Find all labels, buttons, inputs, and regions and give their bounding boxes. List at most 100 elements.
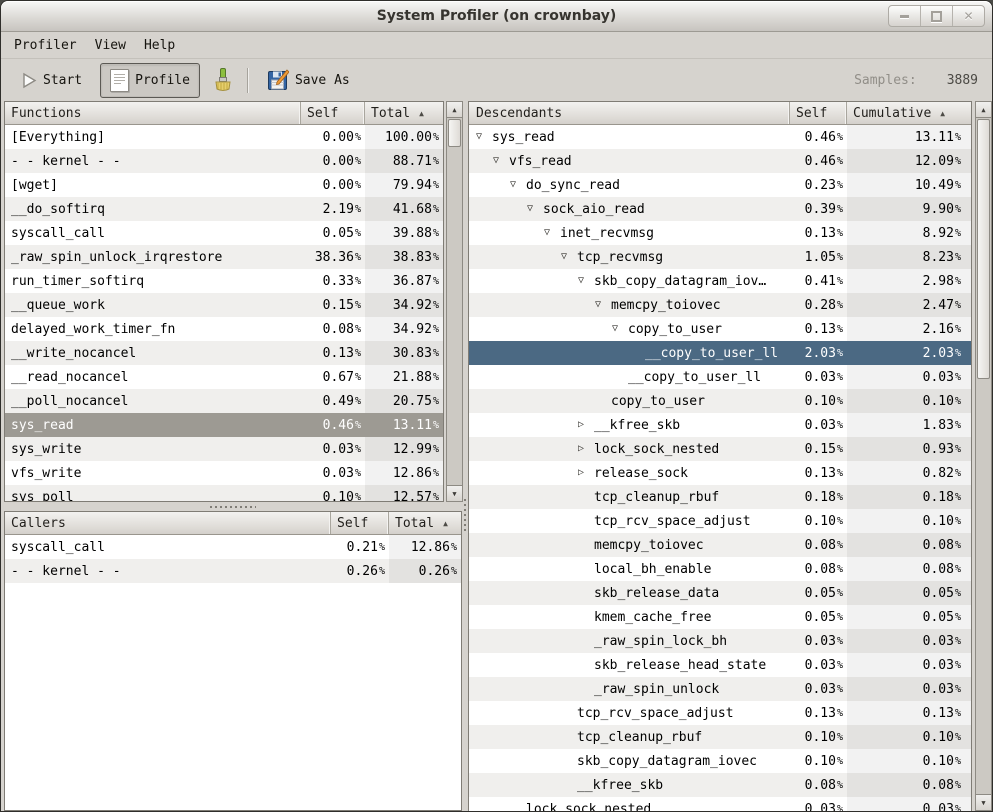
tree-row[interactable]: ▽inet_recvmsg0.13 %8.92 % <box>469 221 971 245</box>
table-row[interactable]: __poll_nocancel0.49 %20.75 % <box>5 389 443 413</box>
percent-sign: % <box>837 348 843 359</box>
descendants-scrollbar-thumb[interactable] <box>977 119 990 379</box>
vertical-splitter[interactable] <box>461 101 468 811</box>
column-header-total[interactable]: Total ▲ <box>365 102 443 124</box>
save-as-button[interactable]: Save As <box>257 63 360 97</box>
table-row[interactable]: vfs_write0.03 %12.86 % <box>5 461 443 485</box>
descendants-scrollbar[interactable]: ▲ ▼ <box>975 101 992 811</box>
functions-scrollbar-thumb[interactable] <box>448 119 461 147</box>
percent-sign: % <box>955 132 961 143</box>
table-row[interactable]: sys_read0.46 %13.11 % <box>5 413 443 437</box>
tree-row[interactable]: ▽do_sync_read0.23 %10.49 % <box>469 173 971 197</box>
start-button[interactable]: Start <box>11 66 92 95</box>
table-row[interactable]: [wget]0.00 %79.94 % <box>5 173 443 197</box>
minimize-button[interactable] <box>889 6 920 26</box>
tree-row[interactable]: skb_release_head_state0.03 %0.03 % <box>469 653 971 677</box>
tree-row[interactable]: __copy_to_user_ll2.03 %2.03 % <box>469 341 971 365</box>
percent-sign: % <box>355 180 361 191</box>
table-row[interactable]: - - kernel - -0.00 %88.71 % <box>5 149 443 173</box>
tree-row[interactable]: tcp_rcv_space_adjust0.10 %0.10 % <box>469 509 971 533</box>
table-row[interactable]: syscall_call0.05 %39.88 % <box>5 221 443 245</box>
column-header-self[interactable]: Self <box>301 102 365 124</box>
tree-node-label: do_sync_read <box>526 178 620 193</box>
scroll-up-icon[interactable]: ▲ <box>975 101 992 118</box>
table-row[interactable]: delayed_work_timer_fn0.08 %34.92 % <box>5 317 443 341</box>
tree-row[interactable]: _raw_spin_lock_bh0.03 %0.03 % <box>469 629 971 653</box>
column-header-self[interactable]: Self <box>790 102 847 124</box>
menu-view[interactable]: View <box>86 35 135 56</box>
maximize-button[interactable] <box>920 6 952 26</box>
table-row[interactable]: __read_nocancel0.67 %21.88 % <box>5 365 443 389</box>
expander-open-icon[interactable]: ▽ <box>561 245 577 269</box>
table-row[interactable]: __write_nocancel0.13 %30.83 % <box>5 341 443 365</box>
expander-open-icon[interactable]: ▽ <box>595 293 611 317</box>
expander-open-icon[interactable]: ▽ <box>527 197 543 221</box>
tree-row[interactable]: local_bh_enable0.08 %0.08 % <box>469 557 971 581</box>
tree-row[interactable]: ▽memcpy_toiovec0.28 %2.47 % <box>469 293 971 317</box>
column-header-self[interactable]: Self <box>331 512 389 534</box>
tree-row[interactable]: memcpy_toiovec0.08 %0.08 % <box>469 533 971 557</box>
column-header-cumulative[interactable]: Cumulative ▲ <box>847 102 971 124</box>
tree-row[interactable]: ▽sys_read0.46 %13.11 % <box>469 125 971 149</box>
tree-row[interactable]: ▽skb_copy_datagram_iov…0.41 %2.98 % <box>469 269 971 293</box>
tree-row[interactable]: skb_release_data0.05 %0.05 % <box>469 581 971 605</box>
cell-value: 0.10 % <box>301 485 365 501</box>
expander-open-icon[interactable]: ▽ <box>578 269 594 293</box>
column-header-functions[interactable]: Functions <box>5 102 301 124</box>
cell-value: 0.03 % <box>790 629 847 653</box>
reset-button[interactable] <box>204 62 240 98</box>
tree-row[interactable]: ▽copy_to_user0.13 %2.16 % <box>469 317 971 341</box>
tree-row[interactable]: ▽sock_aio_read0.39 %9.90 % <box>469 197 971 221</box>
expander-closed-icon[interactable]: ▷ <box>578 413 594 437</box>
expander-closed-icon[interactable]: ▷ <box>578 437 594 461</box>
tree-row[interactable]: tcp_cleanup_rbuf0.10 %0.10 % <box>469 725 971 749</box>
percent-sign: % <box>955 228 961 239</box>
menu-help[interactable]: Help <box>135 35 184 56</box>
percent-sign: % <box>433 180 439 191</box>
table-row[interactable]: _raw_spin_unlock_irqrestore38.36 %38.83 … <box>5 245 443 269</box>
tree-row[interactable]: copy_to_user0.10 %0.10 % <box>469 389 971 413</box>
profile-toggle-button[interactable]: Profile <box>100 63 200 98</box>
percent-sign: % <box>837 444 843 455</box>
column-header-callers[interactable]: Callers <box>5 512 331 534</box>
column-header-total[interactable]: Total ▲ <box>389 512 461 534</box>
expander-open-icon[interactable]: ▽ <box>493 149 509 173</box>
table-row[interactable]: - - kernel - -0.26 %0.26 % <box>5 559 461 583</box>
titlebar[interactable]: System Profiler (on crownbay) ✕ <box>1 1 992 32</box>
table-row[interactable]: syscall_call0.21 %12.86 % <box>5 535 461 559</box>
cell-value: 0.03 % <box>847 797 971 811</box>
tree-row[interactable]: __copy_to_user_ll0.03 %0.03 % <box>469 365 971 389</box>
table-row[interactable]: [Everything]0.00 %100.00 % <box>5 125 443 149</box>
expander-open-icon[interactable]: ▽ <box>612 317 628 341</box>
table-row[interactable]: __queue_work0.15 %34.92 % <box>5 293 443 317</box>
tree-row[interactable]: skb_copy_datagram_iovec0.10 %0.10 % <box>469 749 971 773</box>
table-row[interactable]: run_timer_softirq0.33 %36.87 % <box>5 269 443 293</box>
tree-row[interactable]: __kfree_skb0.08 %0.08 % <box>469 773 971 797</box>
tree-row[interactable]: ▷release_sock0.13 %0.82 % <box>469 461 971 485</box>
tree-row[interactable]: _raw_spin_unlock0.03 %0.03 % <box>469 677 971 701</box>
cell-value: 0.21 % <box>331 535 389 559</box>
tree-node-label: vfs_read <box>509 154 572 169</box>
horizontal-splitter[interactable] <box>4 502 462 511</box>
tree-row[interactable]: lock_sock_nested0.03 %0.03 % <box>469 797 971 811</box>
tree-row[interactable]: ▽tcp_recvmsg1.05 %8.23 % <box>469 245 971 269</box>
tree-row[interactable]: tcp_rcv_space_adjust0.13 %0.13 % <box>469 701 971 725</box>
column-header-descendants[interactable]: Descendants <box>469 102 790 124</box>
menu-profiler[interactable]: Profiler <box>5 35 86 56</box>
tree-row[interactable]: ▽vfs_read0.46 %12.09 % <box>469 149 971 173</box>
table-row[interactable]: sys_write0.03 %12.99 % <box>5 437 443 461</box>
table-row[interactable]: __do_softirq2.19 %41.68 % <box>5 197 443 221</box>
scroll-down-icon[interactable]: ▼ <box>975 794 992 811</box>
expander-open-icon[interactable]: ▽ <box>510 173 526 197</box>
tree-row[interactable]: ▷lock_sock_nested0.15 %0.93 % <box>469 437 971 461</box>
close-button[interactable]: ✕ <box>952 6 984 26</box>
tree-row[interactable]: ▷__kfree_skb0.03 %1.83 % <box>469 413 971 437</box>
percent-value: 0.10 <box>923 514 954 529</box>
tree-row[interactable]: kmem_cache_free0.05 %0.05 % <box>469 605 971 629</box>
table-row[interactable]: sys_poll0.10 %12.57 % <box>5 485 443 501</box>
expander-open-icon[interactable]: ▽ <box>476 125 492 149</box>
tree-row[interactable]: tcp_cleanup_rbuf0.18 %0.18 % <box>469 485 971 509</box>
percent-sign: % <box>433 252 439 263</box>
expander-closed-icon[interactable]: ▷ <box>578 461 594 485</box>
expander-open-icon[interactable]: ▽ <box>544 221 560 245</box>
